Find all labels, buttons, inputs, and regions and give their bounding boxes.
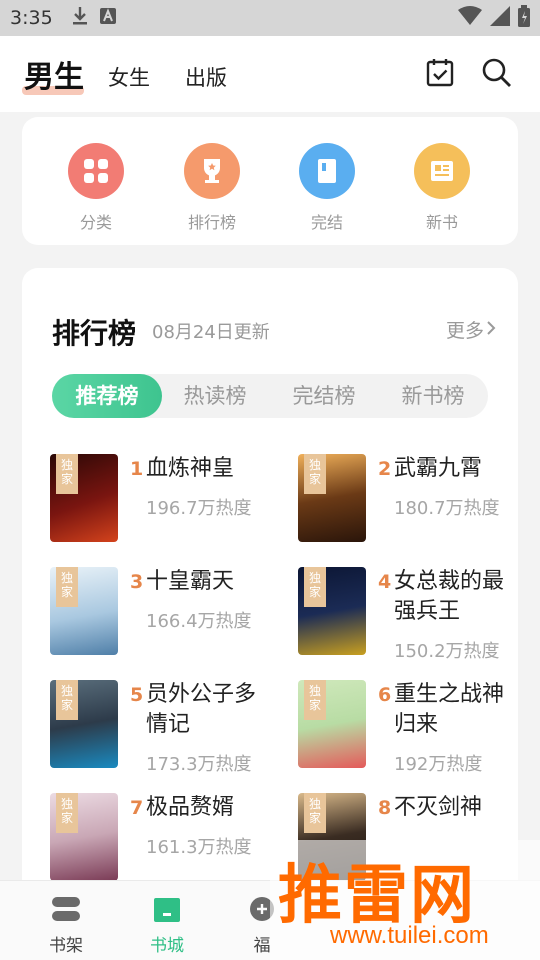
signal-icon <box>490 6 510 30</box>
exclusive-badge: 独家 <box>56 793 78 833</box>
nav-bookshelf[interactable]: 书架 <box>36 895 96 956</box>
ranking-update-date: 08月24日更新 <box>152 322 270 343</box>
book-title: 重生之战神归来 <box>394 682 505 737</box>
book-item[interactable]: 独家 1 血炼神皇 196.7万热度 <box>50 454 280 554</box>
battery-icon <box>518 5 530 31</box>
exclusive-badge: 独家 <box>304 680 326 720</box>
category-icon <box>68 143 124 199</box>
download-icon <box>71 6 89 30</box>
newbook-icon <box>414 143 470 199</box>
book-cover[interactable]: 独家 <box>298 680 366 768</box>
book-icon <box>299 143 355 199</box>
app-notification-icon <box>99 7 117 29</box>
quick-entry-label: 排行榜 <box>187 213 236 232</box>
bookshelf-icon <box>51 897 81 927</box>
ranking-tab-bar: 推荐榜 热读榜 完结榜 新书榜 <box>52 374 488 418</box>
book-cover[interactable]: 独家 <box>50 680 118 768</box>
book-heat: 173.3万热度 <box>146 754 252 775</box>
book-item[interactable]: 独家 5 员外公子多情记 173.3万热度 <box>50 680 280 780</box>
book-title: 武霸九霄 <box>394 456 483 481</box>
ranking-card: 排行榜 08月24日更新 更多 推荐榜 热读榜 完结榜 新书榜 独家 1 血炼神… <box>22 268 518 908</box>
book-heat: 150.2万热度 <box>394 641 500 662</box>
book-heat: 196.7万热度 <box>146 498 252 519</box>
tab-publish[interactable]: 出版 <box>185 62 227 92</box>
watermark-url: www.tuilei.com <box>330 922 489 949</box>
status-bar: 3:35 <box>0 0 540 36</box>
quick-entry-label: 分类 <box>79 213 112 232</box>
checkin-icon[interactable] <box>424 56 456 88</box>
quick-entry-category[interactable]: 分类 <box>56 143 136 233</box>
quick-entry-newbook[interactable]: 新书 <box>402 143 482 233</box>
book-heat: 180.7万热度 <box>394 498 500 519</box>
rank-number: 7 <box>130 797 144 819</box>
trophy-icon <box>184 143 240 199</box>
rank-number: 1 <box>130 458 144 480</box>
book-heat: 161.3万热度 <box>146 837 252 858</box>
quick-entry-card: 分类 排行榜 完结 新书 <box>22 117 518 245</box>
quick-entry-finished[interactable]: 完结 <box>287 143 367 233</box>
watermark-logo: 推雷网 www.tuilei.com <box>270 840 540 960</box>
book-cover[interactable]: 独家 <box>298 567 366 655</box>
tab-recommend[interactable]: 推荐榜 <box>52 374 162 418</box>
book-heat: 166.4万热度 <box>146 611 252 632</box>
ranking-title: 排行榜 <box>52 317 137 350</box>
book-title: 不灭剑神 <box>394 795 483 820</box>
book-title: 血炼神皇 <box>146 456 235 481</box>
tab-female[interactable]: 女生 <box>108 62 150 92</box>
book-title: 员外公子多情记 <box>146 682 257 737</box>
exclusive-badge: 独家 <box>56 567 78 607</box>
quick-entry-label: 新书 <box>425 213 458 232</box>
nav-label: 书架 <box>49 936 83 956</box>
tab-hot[interactable]: 热读榜 <box>160 374 270 418</box>
quick-entry-label: 完结 <box>310 213 343 232</box>
wifi-icon <box>458 6 482 30</box>
tab-new[interactable]: 新书榜 <box>378 374 488 418</box>
book-item[interactable]: 独家 7 极品赘婿 161.3万热度 <box>50 793 280 893</box>
book-cover[interactable]: 独家 <box>50 793 118 881</box>
chevron-right-icon[interactable] <box>486 320 496 340</box>
exclusive-badge: 独家 <box>56 454 78 494</box>
exclusive-badge: 独家 <box>304 454 326 494</box>
book-heat: 192万热度 <box>394 754 483 775</box>
rank-number: 4 <box>378 571 392 593</box>
search-icon[interactable] <box>480 56 512 88</box>
rank-number: 5 <box>130 684 144 706</box>
status-time: 3:35 <box>10 7 53 29</box>
book-title: 极品赘婿 <box>146 795 235 820</box>
book-cover[interactable]: 独家 <box>50 567 118 655</box>
exclusive-badge: 独家 <box>304 793 326 833</box>
book-item[interactable]: 独家 3 十皇霸天 166.4万热度 <box>50 567 280 667</box>
nav-label: 书城 <box>150 936 184 956</box>
rank-number: 3 <box>130 571 144 593</box>
book-cover[interactable]: 独家 <box>298 454 366 542</box>
book-item[interactable]: 独家 4 女总裁的最强兵王 150.2万热度 <box>298 567 528 667</box>
book-item[interactable]: 独家 6 重生之战神归来 192万热度 <box>298 680 528 780</box>
exclusive-badge: 独家 <box>304 567 326 607</box>
rank-number: 8 <box>378 797 392 819</box>
book-cover[interactable]: 独家 <box>50 454 118 542</box>
tab-male[interactable]: 男生 <box>24 52 84 96</box>
rank-number: 6 <box>378 684 392 706</box>
tab-finished[interactable]: 完结榜 <box>269 374 379 418</box>
nav-bookstore[interactable]: 书城 <box>137 895 197 956</box>
top-navigation: 男生 女生 出版 <box>0 36 540 112</box>
bookstore-icon <box>152 898 182 927</box>
quick-entry-ranking[interactable]: 排行榜 <box>172 143 252 233</box>
book-title: 十皇霸天 <box>146 569 235 594</box>
exclusive-badge: 独家 <box>56 680 78 720</box>
ranking-more-link[interactable]: 更多 <box>446 316 484 343</box>
book-title: 女总裁的最强兵王 <box>394 569 505 624</box>
book-item[interactable]: 独家 2 武霸九霄 180.7万热度 <box>298 454 528 554</box>
rank-number: 2 <box>378 458 392 480</box>
